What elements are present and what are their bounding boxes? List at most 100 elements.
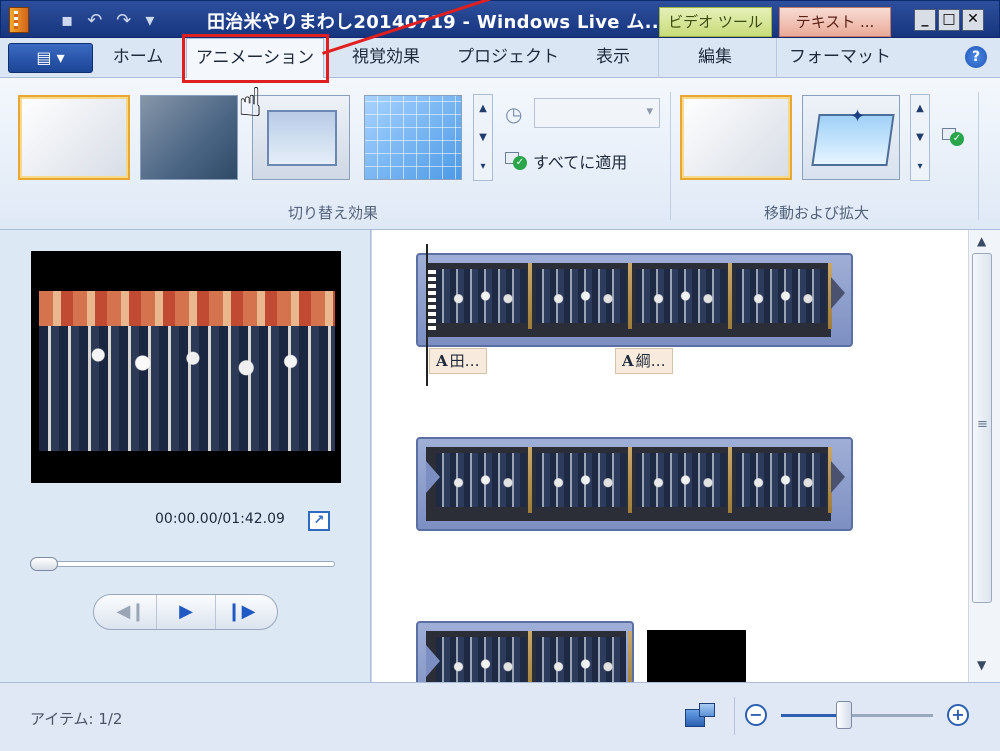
playback-controls: ◀❙ ▶ ❙▶	[93, 594, 278, 630]
tab-view[interactable]: 表示	[580, 38, 646, 78]
scroll-up-icon[interactable]: ▲	[977, 234, 986, 248]
seek-thumb[interactable]	[30, 557, 58, 571]
clip-frame	[536, 263, 632, 329]
redo-icon[interactable]: ↷	[116, 10, 131, 32]
qat-dropdown-icon[interactable]: ▾	[145, 10, 154, 32]
tab-home[interactable]: ホーム	[102, 38, 174, 78]
duration-timer-icon: ◷	[505, 102, 523, 126]
maximize-button[interactable]: □	[938, 9, 960, 31]
pan-zoom-group-label: 移動および拡大	[764, 204, 870, 222]
window-title: 田治米やりまわし20140719 - Windows Live ム...	[207, 12, 667, 33]
quick-access-toolbar: ▪ ↶ ↷ ▾	[61, 9, 154, 33]
clip-start-arrow	[426, 461, 440, 493]
next-frame-button[interactable]: ❙▶	[216, 595, 266, 629]
clip-row-3[interactable]	[416, 621, 634, 682]
black-title-clip[interactable]	[647, 630, 746, 682]
status-separator	[734, 697, 735, 735]
clip-end-arrow	[831, 461, 845, 493]
pan-zoom-none-thumbnail[interactable]	[680, 95, 792, 180]
clip-frame	[736, 263, 832, 329]
clip-frame	[636, 263, 732, 329]
caption-text: 田…	[449, 352, 480, 370]
tab-separator	[658, 38, 659, 78]
playhead[interactable]	[426, 244, 428, 386]
tab-project[interactable]: プロジェクト	[456, 38, 560, 78]
clip-end-arrow	[831, 277, 845, 309]
transitions-group-label: 切り替え効果	[288, 204, 379, 222]
close-button[interactable]: ✕	[962, 9, 984, 31]
tab-format[interactable]: フォーマット	[785, 38, 895, 78]
film-strip	[426, 263, 832, 337]
title-bar: ▪ ↶ ↷ ▾ 田治米やりまわし20140719 - Windows Live …	[0, 0, 1000, 38]
film-sprocket-holes	[428, 270, 436, 330]
gallery-up-icon[interactable]: ▲	[474, 95, 492, 124]
zoom-slider-thumb[interactable]	[836, 701, 852, 729]
pan-zoom-apply-all-icon[interactable]	[940, 126, 966, 152]
group-separator	[978, 92, 979, 220]
tab-separator	[776, 38, 777, 78]
text-caption-icon: A	[622, 352, 634, 370]
transition-none-thumbnail[interactable]	[18, 95, 130, 180]
storyboard-scrollbar[interactable]: ▲ ▼	[968, 230, 1000, 682]
group-separator	[670, 92, 671, 220]
minimize-button[interactable]: _	[914, 9, 936, 31]
tab-edit[interactable]: 編集	[670, 38, 760, 78]
magic-wand-icon: ✦	[850, 106, 866, 127]
zoom-in-button[interactable]: +	[947, 704, 969, 726]
gallery-more-icon[interactable]: ▾	[911, 153, 929, 182]
video-tools-context-tab: ビデオ ツール	[659, 7, 772, 37]
clip-frame	[536, 447, 632, 513]
previous-frame-button[interactable]: ◀❙	[106, 595, 156, 629]
scroll-thumb[interactable]	[972, 253, 992, 603]
caption-text: 綱…	[635, 352, 666, 370]
clip-frame	[636, 447, 732, 513]
transition-gallery-scroll[interactable]: ▲ ▼ ▾	[473, 94, 493, 181]
ribbon-tab-row: ▤ ▾ ホーム アニメーション 視覚効果 プロジェクト 表示 編集 フォーマット…	[0, 38, 1000, 79]
save-icon[interactable]: ▪	[61, 10, 73, 32]
duration-dropdown[interactable]	[534, 98, 660, 128]
play-button[interactable]: ▶	[156, 595, 216, 629]
preview-pane: 00:00.00/01:42.09 ↗ ◀❙ ▶ ❙▶	[0, 230, 371, 682]
caption-tag[interactable]: A 田…	[429, 348, 487, 374]
hand-cursor-icon: ☝	[238, 80, 263, 126]
clip-start-arrow	[426, 645, 440, 677]
timecode-display: 00:00.00/01:42.09	[155, 511, 285, 527]
gallery-up-icon[interactable]: ▲	[911, 95, 929, 124]
zoom-slider[interactable]	[781, 714, 933, 717]
movie-maker-app-icon[interactable]	[9, 7, 29, 33]
apply-to-all-button[interactable]: すべてに適用	[503, 148, 627, 174]
gallery-more-icon[interactable]: ▾	[474, 153, 492, 182]
thumbnail-size-icon[interactable]	[685, 703, 715, 727]
status-bar: アイテム: 1/2 − +	[0, 682, 1000, 751]
video-frame-image	[39, 291, 335, 451]
caption-tag[interactable]: A 綱…	[615, 348, 673, 374]
transition-zoom-thumbnail[interactable]	[252, 95, 350, 180]
clip-row-2[interactable]	[416, 437, 853, 531]
text-tools-context-tab: テキスト ...	[779, 7, 891, 37]
zoom-out-button[interactable]: −	[745, 704, 767, 726]
pan-zoom-gallery-scroll[interactable]: ▲ ▼ ▾	[910, 94, 930, 181]
gallery-down-icon[interactable]: ▼	[474, 124, 492, 153]
transition-crossfade-thumbnail[interactable]	[140, 95, 238, 180]
clip-frame	[536, 631, 632, 682]
video-preview[interactable]	[31, 251, 341, 483]
storyboard-pane: A 田… A 綱…	[372, 230, 968, 682]
film-strip	[426, 447, 832, 521]
gallery-down-icon[interactable]: ▼	[911, 124, 929, 153]
apply-all-icon	[503, 150, 527, 172]
fullscreen-icon[interactable]: ↗	[308, 511, 330, 531]
film-strip	[426, 631, 632, 682]
clip-frame	[436, 447, 532, 513]
clip-row-1[interactable]	[416, 253, 853, 347]
transition-mosaic-thumbnail[interactable]	[364, 95, 462, 180]
scroll-down-icon[interactable]: ▼	[977, 658, 986, 672]
help-icon[interactable]: ?	[965, 46, 987, 68]
undo-icon[interactable]: ↶	[87, 10, 102, 32]
text-caption-icon: A	[436, 352, 448, 370]
clip-frame	[736, 447, 832, 513]
tab-animations[interactable]: アニメーション	[186, 38, 324, 79]
file-menu-button[interactable]: ▤ ▾	[8, 43, 93, 73]
clip-frame	[436, 263, 532, 329]
item-count: アイテム: 1/2	[30, 710, 123, 728]
seek-bar[interactable]	[30, 561, 335, 567]
